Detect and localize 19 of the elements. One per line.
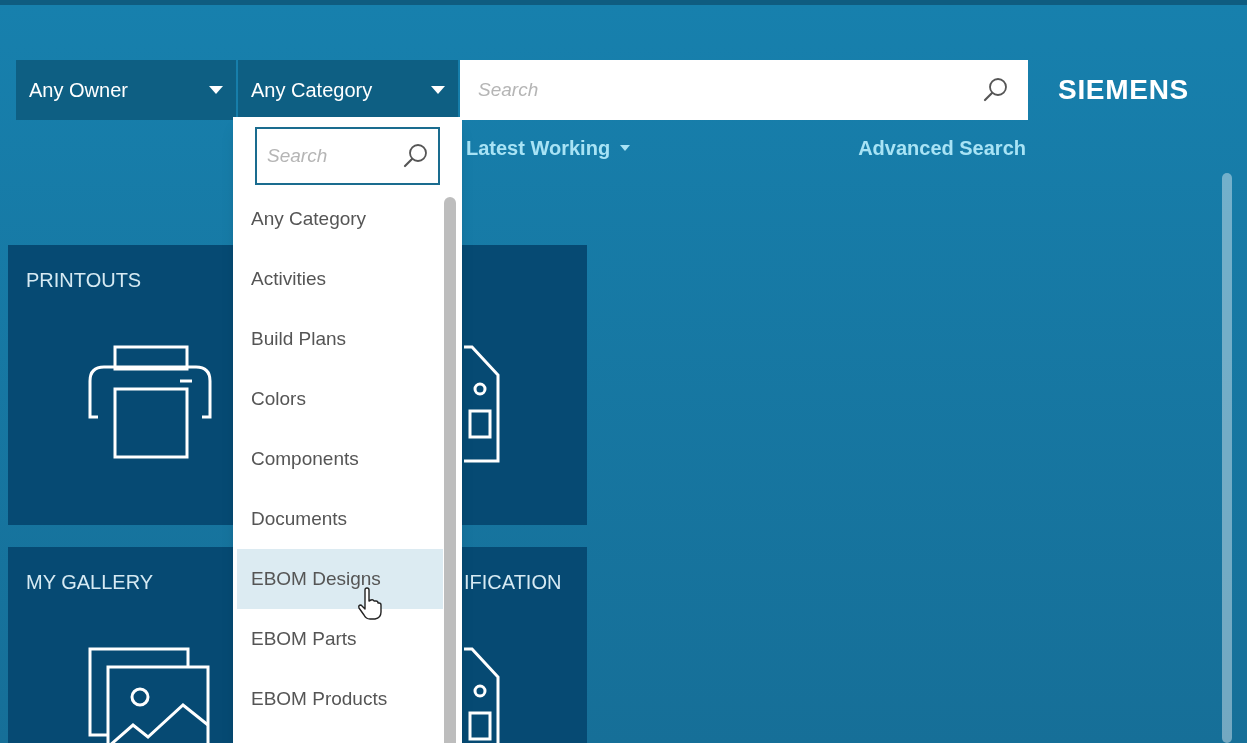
- printer-icon: [88, 345, 212, 461]
- filter-dropdown[interactable]: Any Owner: [16, 59, 236, 120]
- menu-item[interactable]: EBOM Designs: [237, 549, 443, 609]
- document-icon: [464, 647, 500, 743]
- document-icon: [464, 345, 500, 463]
- tile-title: MY GALLERY: [26, 570, 154, 595]
- caret-icon: [209, 85, 223, 94]
- hand-cursor-icon: [357, 587, 383, 621]
- brand-logo: SIEMENS: [1058, 72, 1189, 107]
- menu-search-field[interactable]: Search: [255, 127, 440, 185]
- search-field[interactable]: Search: [460, 59, 1028, 120]
- caret-icon: [620, 145, 631, 151]
- tile-title: PRINTOUTS: [26, 268, 142, 293]
- filter-dropdown[interactable]: Any Category: [238, 59, 458, 120]
- tile-title: IFICATION: [464, 570, 562, 595]
- menu-scrollbar[interactable]: [444, 197, 456, 743]
- caret-icon: [431, 85, 445, 94]
- gallery-icon: [88, 647, 210, 743]
- scrollbar[interactable]: [1222, 173, 1232, 743]
